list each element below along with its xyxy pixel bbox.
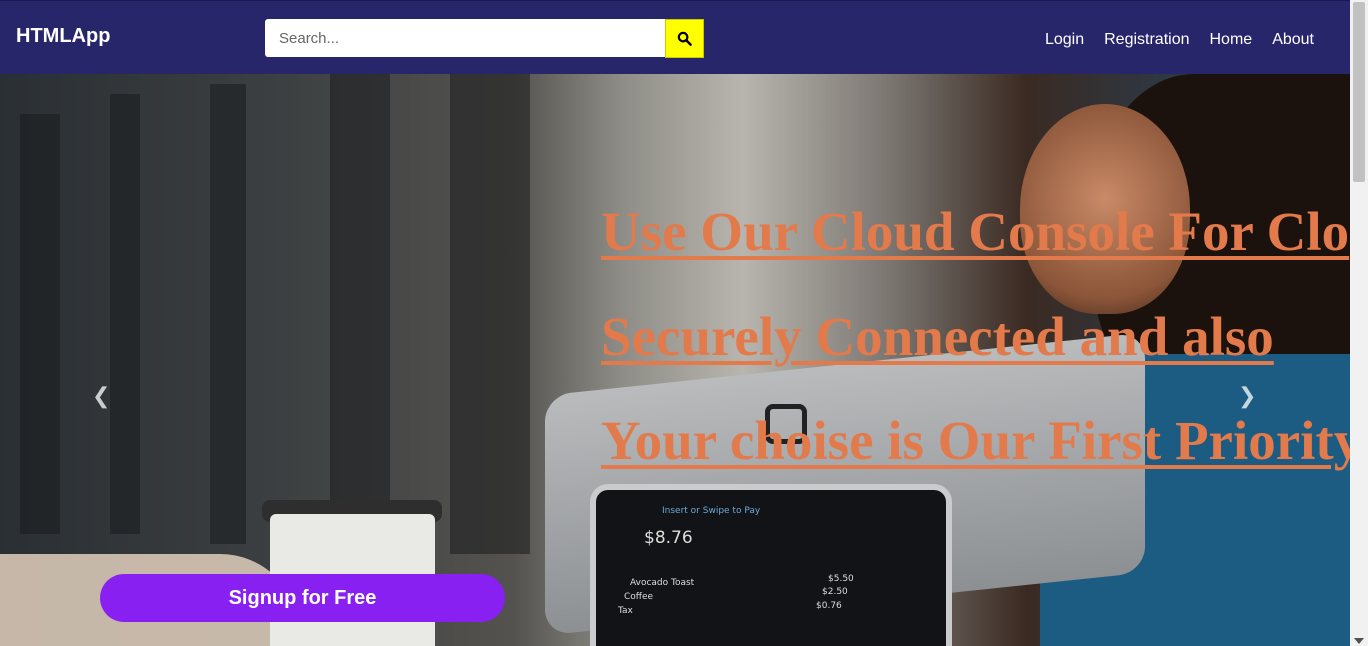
pos-item-name: Tax: [618, 606, 633, 616]
pos-item-price: $2.50: [822, 587, 848, 597]
bookshelf-shape: [330, 74, 390, 544]
search-button[interactable]: [665, 19, 704, 58]
bookshelf-shape: [450, 74, 530, 554]
hero-headline: Your choise is Our First Priority: [601, 410, 1350, 471]
search-icon: [677, 31, 692, 46]
brand-logo[interactable]: HTMLApp: [16, 25, 110, 48]
pos-item-price: $5.50: [828, 574, 854, 584]
signup-button[interactable]: Signup for Free: [100, 574, 505, 622]
nav-link-login[interactable]: Login: [1045, 31, 1084, 49]
pos-item-price: $0.76: [816, 601, 842, 611]
pos-item-name: Coffee: [624, 592, 654, 602]
hero-headline: Use Our Cloud Console For Clo: [601, 201, 1350, 262]
pos-prompt: Insert or Swipe to Pay: [662, 506, 761, 516]
bookshelf-shape: [110, 94, 140, 534]
pos-screen: Insert or Swipe to Pay $8.76 Avocado Toa…: [590, 484, 952, 646]
nav-links: Login Registration Home About: [1045, 31, 1314, 49]
chevron-right-icon: ❯: [1238, 384, 1257, 409]
bookshelf-shape: [20, 114, 60, 534]
pos-total: $8.76: [644, 528, 693, 548]
chevron-left-icon: ❮: [92, 384, 111, 409]
nav-link-home[interactable]: Home: [1210, 31, 1253, 49]
page-scrollbar[interactable]: [1350, 0, 1368, 646]
navbar: HTMLApp Login Registration Home About: [0, 0, 1350, 74]
scrollbar-thumb[interactable]: [1353, 2, 1365, 182]
pos-item-name: Avocado Toast: [630, 578, 695, 588]
hero-headline: Securely Connected and also: [601, 306, 1274, 367]
nav-link-registration[interactable]: Registration: [1104, 31, 1189, 49]
carousel-prev-button[interactable]: ❮: [92, 384, 110, 409]
search-input[interactable]: [265, 19, 665, 57]
hero-carousel: Insert or Swipe to Pay $8.76 Avocado Toa…: [0, 74, 1350, 646]
nav-link-about[interactable]: About: [1272, 31, 1314, 49]
bookshelf-shape: [210, 84, 246, 544]
scroll-down-arrow-icon[interactable]: [1354, 638, 1364, 644]
carousel-next-button[interactable]: ❯: [1238, 384, 1256, 409]
